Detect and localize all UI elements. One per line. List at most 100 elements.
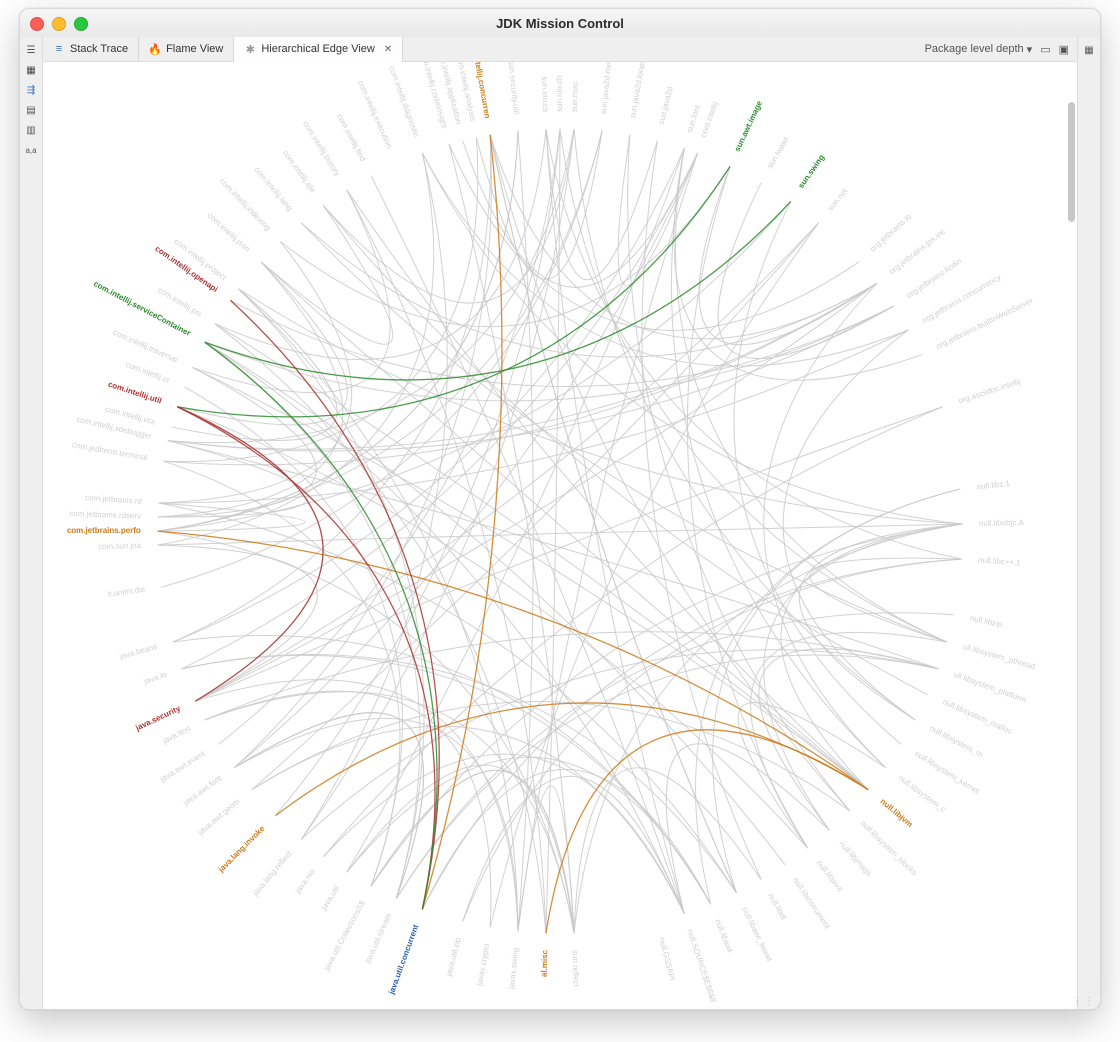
package-node[interactable]: java.util.zip <box>444 936 463 978</box>
close-tab-icon[interactable]: ✕ <box>384 44 392 55</box>
package-node[interactable]: com.intellij.history <box>301 120 342 178</box>
vertical-scrollbar[interactable] <box>1068 102 1075 222</box>
package-node[interactable]: null.libsystem_malloc <box>941 697 1013 736</box>
package-node[interactable]: sun.java2d <box>657 86 675 126</box>
app-window: JDK Mission Control ☰ ▦ ⇶ ▤ ▥ a,a ≡ Stac… <box>19 8 1101 1010</box>
flame-icon: 🔥 <box>149 43 161 55</box>
package-node[interactable]: null.libzip <box>969 613 1003 629</box>
package-node[interactable]: com.jediterm.terminal <box>71 440 148 462</box>
package-node[interactable]: null.SOURCE$E$6$8 <box>686 928 718 1004</box>
package-node[interactable]: com.intellij.json <box>206 211 252 254</box>
package-node[interactable]: com.intellij.diagnostic <box>387 65 421 139</box>
package-node[interactable]: sun.font <box>685 103 703 133</box>
package-node[interactable]: ull.libsystem_platform <box>952 670 1027 705</box>
package-node[interactable]: sun.java2d.loops <box>628 62 647 119</box>
package-node[interactable]: null.GSSAPI <box>657 937 676 982</box>
outline-icon[interactable]: ☰ <box>24 43 38 57</box>
package-node[interactable]: sun.awt.image <box>733 99 765 153</box>
package-node[interactable]: com.jetbrains.rd <box>85 493 142 506</box>
close-window-icon[interactable] <box>30 17 44 31</box>
package-node[interactable]: null.libsystem_c <box>897 774 948 814</box>
package-node[interactable]: null.libobjc.A <box>979 518 1025 528</box>
tab-label: Flame View <box>166 43 223 55</box>
dropdown-label: Package level depth <box>925 43 1024 55</box>
table-icon[interactable]: ▦ <box>1082 43 1096 57</box>
package-node[interactable]: java.lang.invoke <box>216 824 267 875</box>
package-node[interactable]: null.libc++.1 <box>978 555 1022 567</box>
package-node[interactable]: sun.net <box>826 186 850 212</box>
package-node[interactable]: sun.lwawt <box>765 135 791 170</box>
package-node[interactable]: com.jetbrains.perfo <box>67 526 141 535</box>
edge-bundle-chart: sun.awt.imagesun.swingcom.intellij.concu… <box>43 62 1077 1004</box>
resize-grip-icon[interactable]: ⋮⋮ <box>1072 996 1096 1007</box>
package-node[interactable]: null.libjvm <box>878 797 914 829</box>
text-icon[interactable]: a,a <box>24 143 38 157</box>
package-node[interactable]: java.lang.reflect <box>250 848 294 898</box>
package-node[interactable]: null.libdt <box>766 892 789 923</box>
package-node[interactable]: java.beans <box>118 642 159 662</box>
package-node[interactable]: null.libjava <box>815 858 845 893</box>
package-node[interactable]: org.jetbrains.jps.inc <box>887 227 947 276</box>
package-node[interactable]: null.libjmags <box>837 839 873 878</box>
tab-stack-trace[interactable]: ≡ Stack Trace <box>43 37 139 61</box>
package-node[interactable]: javax.swing <box>507 947 520 990</box>
tab-bar: ≡ Stack Trace 🔥 Flame View ✱ Hierarchica… <box>43 37 1077 62</box>
package-node[interactable]: com.intellij.execution <box>356 79 394 150</box>
package-node[interactable]: java.util.concurrent <box>387 923 421 996</box>
package-node[interactable]: null.libawt <box>713 918 735 955</box>
package-node[interactable]: java.nio <box>293 867 317 896</box>
table-icon[interactable]: ▥ <box>24 123 38 137</box>
hierarchical-edge-canvas[interactable]: sun.awt.imagesun.swingcom.intellij.concu… <box>43 62 1077 1009</box>
package-node[interactable]: org.jetbrains.io <box>868 212 913 254</box>
package-node[interactable]: java.awt.event <box>158 749 207 785</box>
package-node[interactable]: org.asciidoc.intellij <box>957 377 1021 406</box>
package-node[interactable]: sun.nio.cs <box>540 76 550 112</box>
package-node[interactable]: com.intellij.ui <box>125 360 171 385</box>
package-node[interactable]: com.intellij.find <box>335 113 367 163</box>
package-node[interactable]: com.intellij.traversal <box>111 328 179 365</box>
tab-hierarchical-edge-view[interactable]: ✱ Hierarchical Edge View ✕ <box>234 37 403 62</box>
package-node[interactable]: null.libawt_lwawt <box>740 906 774 964</box>
package-node[interactable]: org.jetbrains.kotlin <box>905 256 964 300</box>
package-node[interactable]: com.intellij.serviceContainer <box>92 279 192 338</box>
package-node[interactable]: com.intellij.ide <box>281 149 318 195</box>
package-node[interactable]: javax.crypto <box>475 943 492 988</box>
view-toolbar: Package level depth ▾ ▭ ▣ <box>917 37 1077 61</box>
package-node[interactable]: null.libz.1 <box>976 479 1011 491</box>
package-node[interactable]: java.io <box>142 670 168 687</box>
stacked-chart-icon[interactable]: ▦ <box>24 63 38 77</box>
package-node[interactable]: sun.swing <box>796 153 826 190</box>
package-node[interactable]: it.unimi.dsi <box>107 585 146 599</box>
minimize-window-icon[interactable] <box>52 17 66 31</box>
package-node[interactable]: com.intellij <box>699 100 720 138</box>
package-node[interactable]: java.util <box>319 884 342 913</box>
package-node[interactable]: null.libsystem_m <box>928 724 985 760</box>
package-depth-dropdown[interactable]: Package level depth ▾ <box>925 43 1033 56</box>
package-node[interactable]: java.security <box>133 704 182 733</box>
package-node[interactable]: sun.nio.ch <box>555 76 564 112</box>
package-node[interactable]: java.awt.geom <box>196 797 242 838</box>
package-node[interactable]: com.intellij.lang <box>252 165 294 213</box>
zoom-window-icon[interactable] <box>74 17 88 31</box>
package-node[interactable]: sun.reflect <box>571 950 581 988</box>
tab-label: Hierarchical Edge View <box>261 43 375 55</box>
tree-icon[interactable]: ⇶ <box>24 83 38 97</box>
minimize-view-icon[interactable]: ▭ <box>1040 43 1050 56</box>
package-node[interactable]: com.sun.jna <box>98 541 142 552</box>
package-node[interactable]: sun.misc <box>570 81 580 113</box>
package-node[interactable]: sun.security.util <box>506 62 521 115</box>
tab-flame-view[interactable]: 🔥 Flame View <box>139 37 234 61</box>
package-node[interactable]: java.text <box>160 723 192 746</box>
package-node[interactable]: null.libinstrument <box>791 876 832 931</box>
bar-chart-icon[interactable]: ▤ <box>24 103 38 117</box>
package-node[interactable]: sun.java2d.metal <box>599 62 614 115</box>
package-node[interactable]: com.intellij.util <box>107 380 163 406</box>
package-node[interactable]: ull.libsystem_pthread <box>962 642 1036 671</box>
maximize-view-icon[interactable]: ▣ <box>1059 43 1069 56</box>
package-node[interactable]: com.jetbrains.rdserv <box>69 509 141 520</box>
app-title: JDK Mission Control <box>20 16 1100 31</box>
package-node[interactable]: java.util.CollectionsS$ <box>322 898 367 972</box>
package-node[interactable]: java.util.stream <box>363 912 394 966</box>
package-node[interactable]: java.awt.font <box>181 773 224 808</box>
package-node[interactable]: al.misc <box>540 949 550 977</box>
